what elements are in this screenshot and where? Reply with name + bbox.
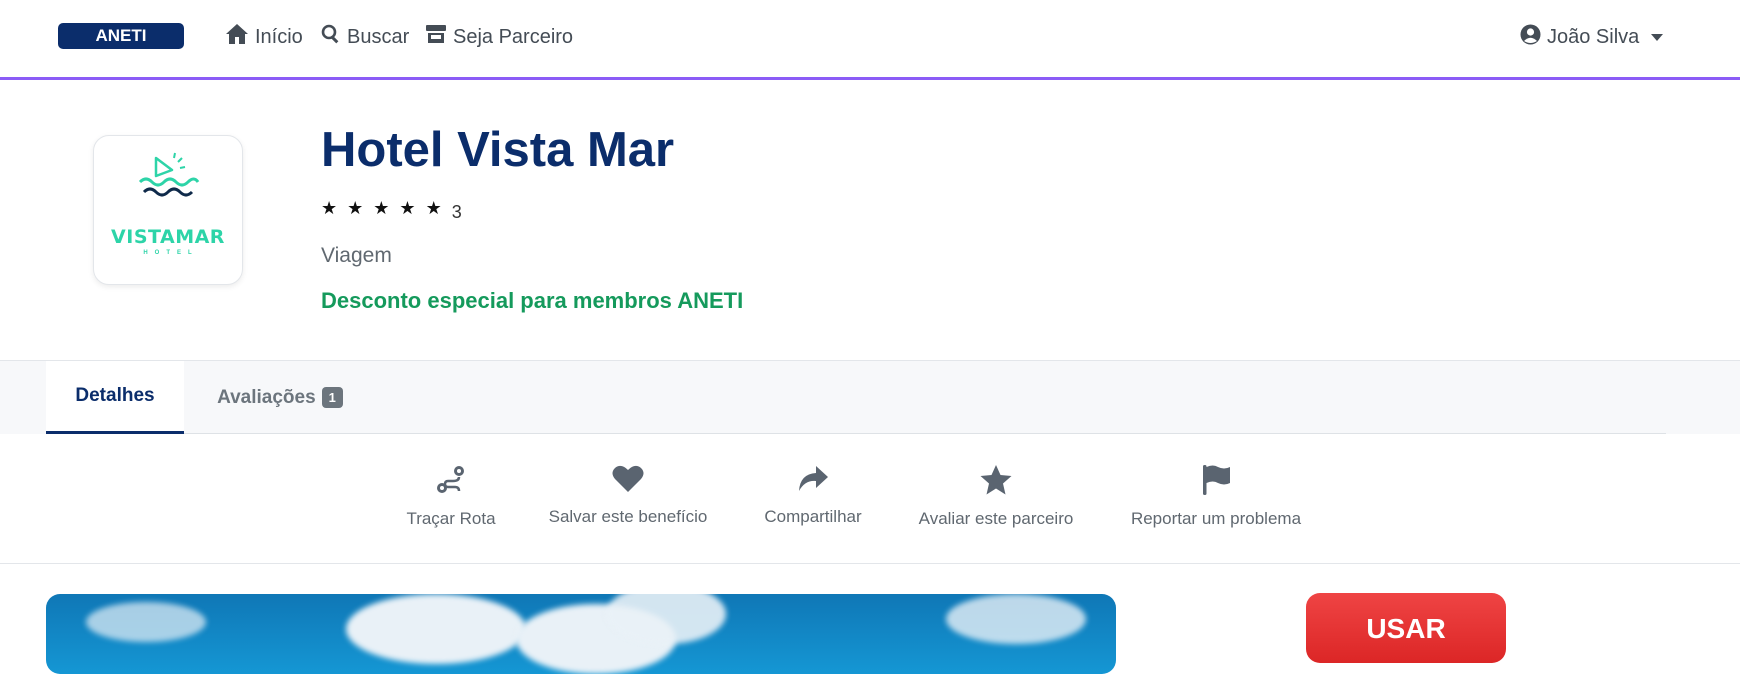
- content-area: USAR: [0, 564, 1740, 674]
- tabs-bar: Detalhes Avaliações 1: [0, 360, 1740, 434]
- rating-count: 3: [451, 202, 462, 222]
- chevron-down-icon: [1651, 33, 1664, 41]
- nav-link-seja-parceiro[interactable]: Seja Parceiro: [425, 22, 573, 52]
- action-bar: Traçar Rota Salvar este benefício Compar…: [0, 434, 1740, 564]
- star-icon: ★: [347, 198, 364, 218]
- nav-link-label: Buscar: [347, 25, 410, 48]
- use-benefit-button[interactable]: USAR: [1306, 593, 1506, 663]
- nav-link-inicio[interactable]: Início: [225, 22, 303, 52]
- heart-icon: [612, 464, 644, 499]
- tab-avaliacoes[interactable]: Avaliações 1: [200, 361, 360, 434]
- nav-link-label: Início: [255, 25, 303, 48]
- action-label: Avaliar este parceiro: [918, 509, 1074, 528]
- logo-wordmark: VISTAMAR: [111, 226, 225, 248]
- star-icon: ★: [399, 198, 416, 218]
- star-icon: ★: [321, 198, 338, 218]
- partner-logo: VISTAMAR HOTEL: [93, 135, 243, 285]
- route-icon: [435, 464, 467, 501]
- top-navbar: ANETI Início Buscar Seja Parceiro João S…: [0, 0, 1740, 80]
- action-label: Reportar um problema: [1130, 509, 1302, 528]
- brand-logo[interactable]: ANETI: [58, 23, 184, 49]
- action-label: Traçar Rota: [406, 509, 496, 528]
- sailboat-logo-icon: [138, 152, 200, 197]
- logo-subtitle: HOTEL: [143, 250, 199, 256]
- user-circle-icon: [1520, 24, 1541, 51]
- star-rating[interactable]: ★ ★ ★ ★ ★ 3: [321, 198, 462, 222]
- share-icon: [797, 464, 829, 499]
- nav-link-buscar[interactable]: Buscar: [321, 22, 409, 52]
- report-problem-button[interactable]: Reportar um problema: [1127, 464, 1305, 529]
- promo-text: Desconto especial para membros ANETI: [321, 288, 744, 313]
- user-name: João Silva: [1547, 25, 1640, 48]
- store-icon: [425, 24, 447, 50]
- save-benefit-button[interactable]: Salvar este benefício: [545, 464, 711, 527]
- user-menu[interactable]: João Silva: [1520, 22, 1664, 52]
- tab-detalhes[interactable]: Detalhes: [46, 361, 184, 434]
- partner-header: VISTAMAR HOTEL Hotel Vista Mar ★ ★ ★ ★ ★…: [0, 80, 1740, 360]
- hero-image: [46, 594, 1116, 674]
- star-icon: [979, 464, 1013, 501]
- action-label: Compartilhar: [764, 507, 862, 526]
- rate-partner-button[interactable]: Avaliar este parceiro: [916, 464, 1076, 529]
- share-button[interactable]: Compartilhar: [758, 464, 868, 527]
- home-icon: [225, 23, 249, 51]
- tab-label: Avaliações: [217, 386, 316, 408]
- nav-link-label: Seja Parceiro: [453, 25, 574, 48]
- action-label: Salvar este benefício: [548, 507, 708, 526]
- trace-route-button[interactable]: Traçar Rota: [405, 464, 497, 529]
- count-badge: 1: [321, 387, 343, 408]
- flag-icon: [1200, 464, 1232, 501]
- star-icon: ★: [373, 198, 390, 218]
- partner-name: Hotel Vista Mar: [321, 123, 675, 177]
- search-icon: [321, 24, 341, 50]
- tab-label: Detalhes: [75, 385, 155, 406]
- star-icon: ★: [425, 198, 442, 218]
- partner-category: Viagem: [321, 244, 392, 267]
